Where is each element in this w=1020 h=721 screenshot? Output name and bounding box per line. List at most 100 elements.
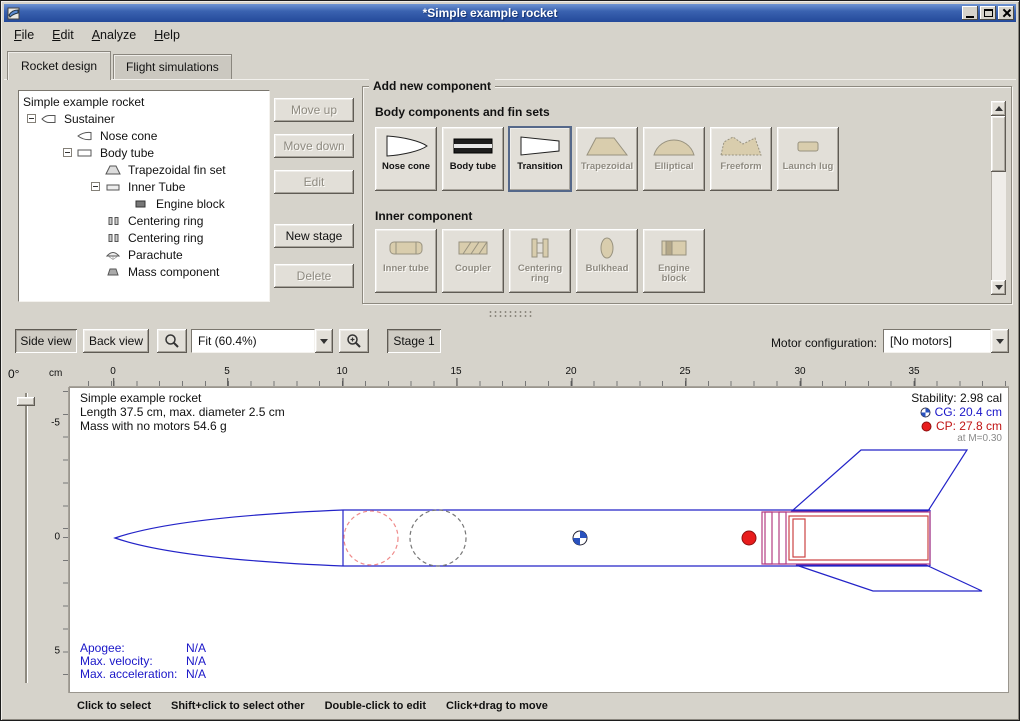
tree-item-mass-component[interactable]: Mass component bbox=[19, 263, 269, 280]
add-freeform-fin-button[interactable]: Freeform bbox=[710, 127, 772, 191]
rocket-dimensions: Length 37.5 cm, max. diameter 2.5 cm bbox=[80, 405, 285, 419]
bulkhead-icon bbox=[583, 234, 631, 262]
add-bulkhead-button[interactable]: Bulkhead bbox=[576, 229, 638, 293]
inner-tube-icon bbox=[105, 182, 123, 192]
rotation-slider-thumb[interactable] bbox=[17, 397, 35, 406]
inner-component-label: Inner component bbox=[375, 209, 472, 223]
side-view-button[interactable]: Side view bbox=[15, 329, 77, 353]
zoom-level-select[interactable]: Fit (60.4%) bbox=[191, 329, 333, 353]
move-up-button[interactable]: Move up bbox=[274, 98, 354, 122]
tree-item-sustainer[interactable]: Sustainer bbox=[19, 110, 269, 127]
rocket-name: Simple example rocket bbox=[80, 391, 285, 405]
freeform-fin-icon bbox=[717, 132, 765, 160]
mass-icon bbox=[105, 267, 123, 277]
minimize-icon bbox=[966, 16, 974, 18]
window-controls bbox=[960, 6, 1014, 20]
component-tree[interactable]: Simple example rocket Sustainer Nose con… bbox=[18, 90, 270, 302]
rocket-view-area: 0° cm 0 5 10 15 20 25 30 35 -5 0 5 bbox=[1, 363, 1020, 697]
nose-cone-icon bbox=[77, 131, 95, 141]
add-centering-ring-button[interactable]: Centering ring bbox=[509, 229, 571, 293]
elliptical-fin-icon bbox=[650, 132, 698, 160]
rocket-info: Simple example rocket Length 37.5 cm, ma… bbox=[80, 391, 285, 433]
add-launch-lug-button[interactable]: Launch lug bbox=[777, 127, 839, 191]
motor-configuration-select[interactable]: [No motors] bbox=[883, 329, 1009, 353]
close-button[interactable] bbox=[998, 6, 1014, 20]
tree-item-centering-ring-1[interactable]: Centering ring bbox=[19, 212, 269, 229]
collapse-expander-icon[interactable] bbox=[63, 148, 72, 157]
add-elliptical-fin-button[interactable]: Elliptical bbox=[643, 127, 705, 191]
tab-rocket-design[interactable]: Rocket design bbox=[7, 51, 111, 80]
launch-lug-icon bbox=[784, 132, 832, 160]
menu-help[interactable]: Help bbox=[145, 25, 189, 45]
rotation-slider-track[interactable] bbox=[25, 393, 27, 683]
tree-item-nose-cone[interactable]: Nose cone bbox=[19, 127, 269, 144]
vertical-ruler: -5 0 5 bbox=[47, 387, 69, 693]
tree-item-parachute[interactable]: Parachute bbox=[19, 246, 269, 263]
max-velocity-stat: Max. velocity:N/A bbox=[80, 654, 206, 668]
menu-bar: File Edit Analyze Help bbox=[5, 24, 1015, 46]
mass-component-outline bbox=[410, 510, 466, 566]
add-inner-tube-button[interactable]: Inner tube bbox=[375, 229, 437, 293]
tree-item-inner-tube[interactable]: Inner Tube bbox=[19, 178, 269, 195]
motor-configuration-label: Motor configuration: bbox=[743, 336, 877, 350]
cg-readout: CG: 20.4 cm bbox=[920, 405, 1002, 419]
tree-item-root[interactable]: Simple example rocket bbox=[19, 93, 269, 110]
new-stage-button[interactable]: New stage bbox=[274, 224, 354, 248]
zoom-out-button[interactable] bbox=[157, 329, 187, 353]
maximize-icon bbox=[984, 9, 993, 17]
rocket-canvas[interactable]: Simple example rocket Length 37.5 cm, ma… bbox=[69, 387, 1009, 693]
chevron-down-icon[interactable] bbox=[991, 329, 1009, 353]
tree-item-trapezoidal-fin-set[interactable]: Trapezoidal fin set bbox=[19, 161, 269, 178]
engine-block-icon bbox=[133, 199, 151, 209]
menu-analyze[interactable]: Analyze bbox=[83, 25, 145, 45]
cp-readout: CP: 27.8 cm bbox=[921, 419, 1002, 433]
add-coupler-button[interactable]: Coupler bbox=[442, 229, 504, 293]
scroll-up-button[interactable] bbox=[991, 101, 1006, 116]
add-transition-button[interactable]: Transition bbox=[509, 127, 571, 191]
splitter-handle[interactable] bbox=[1, 307, 1019, 319]
menu-file[interactable]: File bbox=[5, 25, 43, 45]
menu-edit[interactable]: Edit bbox=[43, 25, 83, 45]
minimize-button[interactable] bbox=[962, 6, 978, 20]
delete-button[interactable]: Delete bbox=[274, 264, 354, 288]
scrollbar-thumb[interactable] bbox=[991, 116, 1006, 172]
engine-block-outline bbox=[789, 516, 928, 560]
body-tube-icon bbox=[449, 132, 497, 160]
rocket-mass: Mass with no motors 54.6 g bbox=[80, 419, 285, 433]
cp-icon bbox=[921, 421, 932, 432]
tree-item-centering-ring-2[interactable]: Centering ring bbox=[19, 229, 269, 246]
coupler-icon bbox=[449, 234, 497, 262]
body-components-label: Body components and fin sets bbox=[375, 105, 550, 119]
stage-icon bbox=[41, 114, 59, 124]
add-trapezoidal-fin-button[interactable]: Trapezoidal bbox=[576, 127, 638, 191]
add-nose-cone-button[interactable]: Nose cone bbox=[375, 127, 437, 191]
move-down-button[interactable]: Move down bbox=[274, 134, 354, 158]
tree-item-engine-block[interactable]: Engine block bbox=[19, 195, 269, 212]
stage-1-toggle[interactable]: Stage 1 bbox=[387, 329, 441, 353]
chevron-down-icon[interactable] bbox=[315, 329, 333, 353]
cp-marker bbox=[742, 531, 756, 545]
magnifier-icon bbox=[346, 333, 362, 349]
rotation-angle-label: 0° bbox=[8, 367, 19, 381]
inner-tube-icon bbox=[382, 234, 430, 262]
tree-item-body-tube[interactable]: Body tube bbox=[19, 144, 269, 161]
edit-button[interactable]: Edit bbox=[274, 170, 354, 194]
close-icon bbox=[1001, 8, 1011, 18]
add-body-tube-button[interactable]: Body tube bbox=[442, 127, 504, 191]
zoom-in-button[interactable] bbox=[339, 329, 369, 353]
collapse-expander-icon[interactable] bbox=[27, 114, 36, 123]
horizontal-ruler: 0 5 10 15 20 25 30 35 bbox=[69, 365, 1009, 387]
mach-annotation: at M=0.30 bbox=[957, 433, 1002, 444]
scroll-down-button[interactable] bbox=[991, 280, 1006, 295]
centering-ring-icon bbox=[516, 234, 564, 262]
collapse-expander-icon[interactable] bbox=[91, 182, 100, 191]
back-view-button[interactable]: Back view bbox=[83, 329, 149, 353]
component-pane-scrollbar[interactable] bbox=[991, 101, 1006, 295]
maximize-button[interactable] bbox=[980, 6, 996, 20]
body-tube-icon bbox=[77, 148, 95, 158]
lower-fin bbox=[796, 565, 982, 591]
parachute-icon bbox=[105, 250, 123, 260]
tab-flight-simulations[interactable]: Flight simulations bbox=[113, 54, 232, 79]
add-engine-block-button[interactable]: Engine block bbox=[643, 229, 705, 293]
trapezoidal-fin-icon bbox=[583, 132, 631, 160]
